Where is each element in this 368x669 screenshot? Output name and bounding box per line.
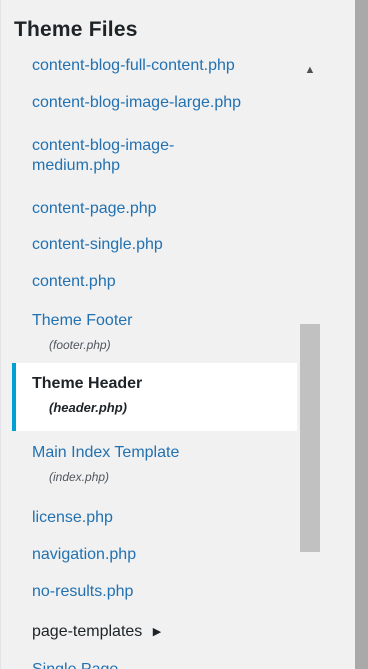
file-label: Main Index Template	[32, 444, 180, 461]
file-content-blog-image-medium[interactable]: content-blog-image- medium.php	[12, 136, 297, 176]
scroll-up-arrow-icon[interactable]: ▲	[303, 63, 317, 77]
file-theme-header[interactable]: Theme Header (header.php)	[12, 363, 297, 431]
scroll-thumb[interactable]	[300, 324, 320, 552]
file-single-page[interactable]: Single Page	[12, 660, 297, 669]
panel-title: Theme Files	[14, 18, 138, 41]
theme-files-list: content-blog-full-content.php content-bl…	[12, 56, 297, 669]
file-content-blog-image-large[interactable]: content-blog-image-large.php	[12, 93, 297, 113]
file-content[interactable]: content.php	[12, 272, 297, 292]
file-filename: (footer.php)	[49, 338, 111, 352]
folder-label: page-templates	[32, 623, 143, 640]
folder-page-templates[interactable]: page-templates ▶	[12, 622, 297, 642]
file-label: content-single.php	[32, 236, 163, 253]
editor-scrollbar-track	[355, 0, 368, 669]
file-content-page[interactable]: content-page.php	[12, 199, 297, 219]
file-navigation[interactable]: navigation.php	[12, 545, 297, 565]
file-main-index-template[interactable]: Main Index Template (index.php)	[12, 443, 297, 485]
file-label: content-page.php	[32, 200, 157, 217]
file-label: content-blog-full-content.php	[32, 57, 235, 74]
file-label: Single Page	[32, 661, 118, 669]
file-label: Theme Header	[32, 375, 143, 392]
file-theme-footer[interactable]: Theme Footer (footer.php)	[12, 311, 297, 353]
file-label: content.php	[32, 273, 116, 290]
file-license[interactable]: license.php	[12, 508, 297, 528]
file-label-line1: content-blog-image-	[32, 137, 175, 154]
list-scrollbar[interactable]: ▲	[298, 56, 322, 669]
file-label: license.php	[32, 509, 113, 526]
folder-expand-icon: ▶	[152, 626, 162, 638]
file-label: content-blog-image-large.php	[32, 94, 242, 111]
page: Theme Files content-blog-full-content.ph…	[0, 0, 368, 669]
file-label: navigation.php	[32, 546, 137, 563]
file-filename: (header.php)	[49, 400, 128, 415]
file-filename: (index.php)	[49, 470, 110, 484]
file-content-single[interactable]: content-single.php	[12, 235, 297, 255]
file-label: Theme Footer	[32, 312, 133, 329]
file-content-blog-full-content[interactable]: content-blog-full-content.php	[12, 56, 297, 76]
file-label: no-results.php	[32, 583, 134, 600]
file-label-line2: medium.php	[32, 157, 121, 174]
theme-files-panel: Theme Files content-blog-full-content.ph…	[0, 0, 355, 669]
file-no-results[interactable]: no-results.php	[12, 582, 297, 602]
